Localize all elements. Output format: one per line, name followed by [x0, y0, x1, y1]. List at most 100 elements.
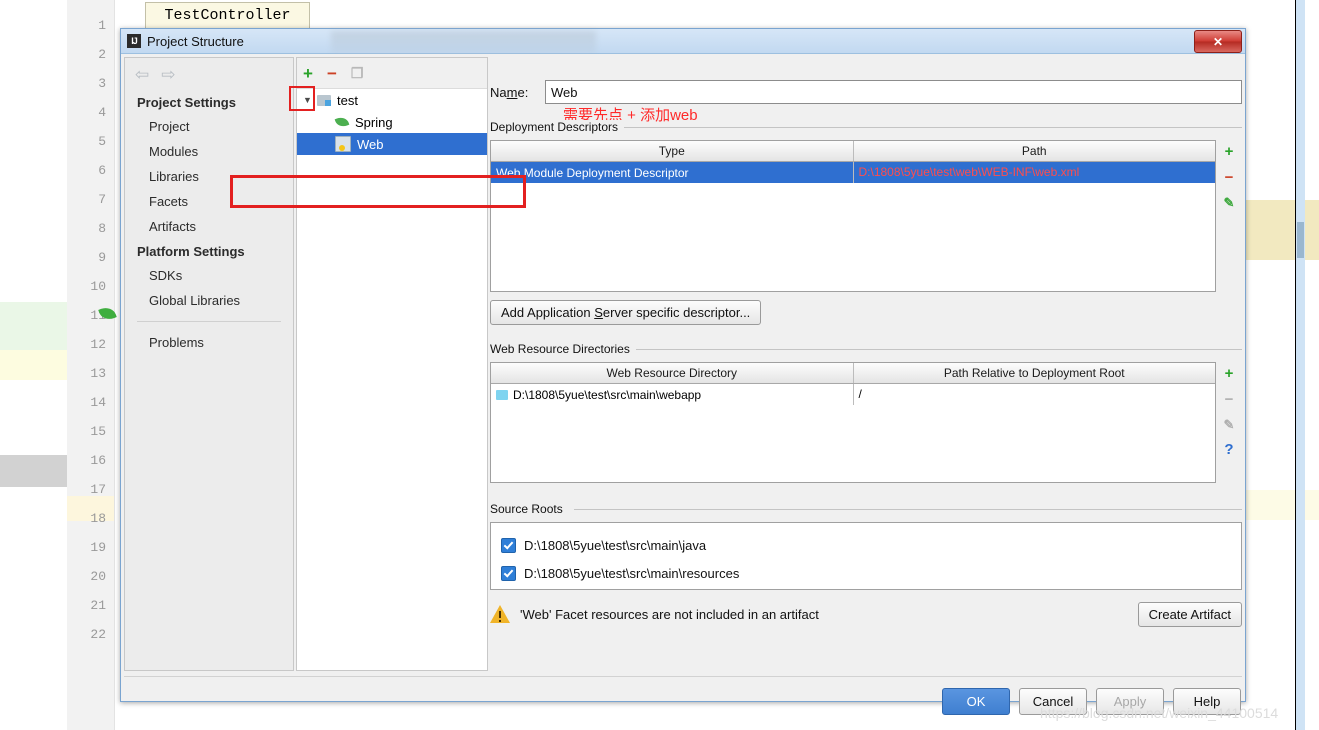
spring-leaf-icon — [335, 115, 349, 129]
sidebar-item-artifacts[interactable]: Artifacts — [125, 214, 293, 239]
facet-detail-panel: Name: Deployment Descriptors Type Path W… — [490, 57, 1242, 671]
cell-path: D:\1808\5yue\test\web\WEB-INF\web.xml — [852, 162, 1216, 183]
project-structure-dialog: IJ Project Structure ✕ ⇦ ⇨ Project Setti… — [120, 28, 1246, 715]
edit-resource-dir-icon[interactable]: ✎ — [1224, 418, 1235, 431]
editor-tab-testcontroller[interactable]: TestController — [145, 2, 310, 29]
folder-module-icon — [317, 94, 331, 106]
list-item[interactable]: D:\1808\5yue\test\src\main\resources — [501, 559, 1241, 587]
editor-highlight-yellow — [0, 350, 67, 380]
sidebar-group-project-settings: Project Settings — [137, 95, 236, 110]
sidebar-item-global-libraries[interactable]: Global Libraries — [125, 288, 293, 313]
gutter-line-number: 15 — [90, 424, 106, 439]
table-row[interactable]: D:\1808\5yue\test\src\main\webapp / — [491, 384, 1215, 405]
web-resource-directories-table-wrap: Web Resource Directory Path Relative to … — [490, 362, 1242, 483]
gutter-line-number: 2 — [98, 47, 106, 62]
warning-text: 'Web' Facet resources are not included i… — [520, 607, 819, 622]
artifact-warning-row: 'Web' Facet resources are not included i… — [490, 602, 1242, 627]
column-header-web-resource-directory: Web Resource Directory — [491, 363, 854, 383]
folder-icon — [496, 389, 508, 400]
gutter-line-number: 4 — [98, 105, 106, 120]
name-input[interactable] — [545, 80, 1242, 104]
chevron-down-icon[interactable]: ▼ — [303, 95, 317, 105]
help-resource-dir-icon[interactable]: ? — [1224, 442, 1233, 457]
settings-sidebar: ⇦ ⇨ Project Settings Project Modules Lib… — [124, 57, 294, 671]
checkbox-source-root-resources[interactable] — [501, 565, 516, 581]
table-header: Web Resource Directory Path Relative to … — [491, 363, 1215, 384]
tree-node-spring[interactable]: Spring — [297, 111, 487, 133]
editor-highlight-right-amber — [1240, 200, 1319, 260]
tree-node-web[interactable]: Web — [297, 133, 487, 155]
cell-directory-text: D:\1808\5yue\test\src\main\webapp — [513, 387, 702, 402]
deployment-descriptors-group: Deployment Descriptors Type Path Web Mod… — [490, 119, 1242, 325]
editor-highlight-green — [0, 302, 67, 350]
watermark-text: https://blog.csdn.net/weixin_44100514 — [1040, 705, 1279, 721]
remove-facet-icon[interactable]: − — [327, 65, 337, 82]
add-facet-icon[interactable]: + — [303, 65, 313, 82]
sidebar-item-problems[interactable]: Problems — [125, 330, 293, 355]
tree-node-label: test — [337, 92, 358, 108]
sidebar-item-libraries[interactable]: Libraries — [125, 164, 293, 189]
spring-bean-gutter-icon[interactable] — [98, 304, 117, 323]
deployment-descriptors-label: Deployment Descriptors — [490, 120, 625, 134]
gutter-line-number: 3 — [98, 76, 106, 91]
intellij-idea-icon: IJ — [127, 34, 141, 48]
web-resource-directories-group: Web Resource Directories Web Resource Di… — [490, 341, 1242, 483]
add-app-server-descriptor-button[interactable]: Add Application Server specific descript… — [490, 300, 762, 325]
gutter-line-number: 22 — [90, 627, 106, 642]
gutter-line-number: 14 — [90, 395, 106, 410]
cell-relative-path: / — [852, 384, 1216, 405]
sidebar-item-project[interactable]: Project — [125, 114, 293, 139]
copy-facet-icon[interactable]: ❐ — [351, 66, 364, 80]
tree-node-test[interactable]: ▼ test — [297, 89, 487, 111]
group-divider — [574, 509, 1242, 510]
gutter-line-number: 13 — [90, 366, 106, 381]
sidebar-nav-arrows: ⇦ ⇨ — [125, 58, 293, 90]
source-roots-label: Source Roots — [490, 502, 569, 516]
remove-descriptor-icon[interactable]: − — [1225, 170, 1234, 185]
list-item[interactable]: D:\1808\5yue\test\src\main\java — [501, 531, 1241, 559]
add-descriptor-icon[interactable]: + — [1225, 144, 1234, 159]
gutter-line-number: 10 — [90, 279, 106, 294]
group-divider — [630, 349, 1242, 350]
deployment-descriptors-side-buttons: + − ✎ — [1216, 140, 1242, 292]
editor-tab-label: TestController — [164, 7, 291, 24]
arrow-right-icon[interactable]: ⇨ — [161, 66, 175, 83]
gutter-line-number: 17 — [90, 482, 106, 497]
remove-resource-dir-icon[interactable]: − — [1225, 392, 1234, 407]
gutter-line-number: 6 — [98, 163, 106, 178]
web-resource-side-buttons: + − ✎ ? — [1216, 362, 1242, 483]
blurred-title-suffix — [331, 31, 596, 53]
sidebar-group-platform-settings: Platform Settings — [137, 244, 245, 259]
gutter-line-number: 7 — [98, 192, 106, 207]
deployment-descriptors-table: Type Path Web Module Deployment Descript… — [490, 140, 1216, 292]
ok-button[interactable]: OK — [942, 688, 1010, 715]
gutter-line-number: 20 — [90, 569, 106, 584]
create-artifact-button[interactable]: Create Artifact — [1137, 602, 1242, 627]
name-label: Name: — [490, 84, 529, 100]
sidebar-item-facets[interactable]: Facets — [125, 189, 293, 214]
cell-directory: D:\1808\5yue\test\src\main\webapp — [491, 388, 853, 402]
sidebar-item-sdks[interactable]: SDKs — [125, 263, 293, 288]
gutter-line-number: 18 — [90, 511, 106, 526]
arrow-left-icon[interactable]: ⇦ — [135, 66, 149, 83]
editor-gutter: 1 2 3 4 5 6 7 8 9 10 11 12 13 14 15 16 17 18 19 20 21 22 — [67, 0, 115, 730]
editor-scrollbar[interactable] — [1295, 0, 1305, 730]
table-row[interactable]: Web Module Deployment Descriptor D:\1808… — [491, 162, 1215, 183]
facet-tree-toolbar: + − ❐ — [297, 58, 487, 89]
gutter-line-number: 16 — [90, 453, 106, 468]
gutter-line-number: 21 — [90, 598, 106, 613]
deployment-descriptors-table-wrap: Type Path Web Module Deployment Descript… — [490, 140, 1242, 292]
checkbox-source-root-java[interactable] — [501, 537, 516, 553]
editor-scrollbar-thumb[interactable] — [1297, 222, 1304, 258]
sidebar-item-modules[interactable]: Modules — [125, 139, 293, 164]
tree-node-label: Spring — [355, 114, 393, 130]
gutter-line-number: 19 — [90, 540, 106, 555]
source-roots-list: D:\1808\5yue\test\src\main\java D:\1808\… — [490, 522, 1242, 590]
add-resource-dir-icon[interactable]: + — [1225, 366, 1234, 381]
web-resource-directories-table: Web Resource Directory Path Relative to … — [490, 362, 1216, 483]
warning-triangle-icon — [490, 605, 511, 624]
edit-descriptor-icon[interactable]: ✎ — [1224, 196, 1235, 209]
facet-tree-panel: + − ❐ ▼ test Spring Web — [296, 57, 488, 671]
source-root-label: D:\1808\5yue\test\src\main\java — [524, 537, 707, 553]
close-icon[interactable]: ✕ — [1194, 30, 1242, 53]
